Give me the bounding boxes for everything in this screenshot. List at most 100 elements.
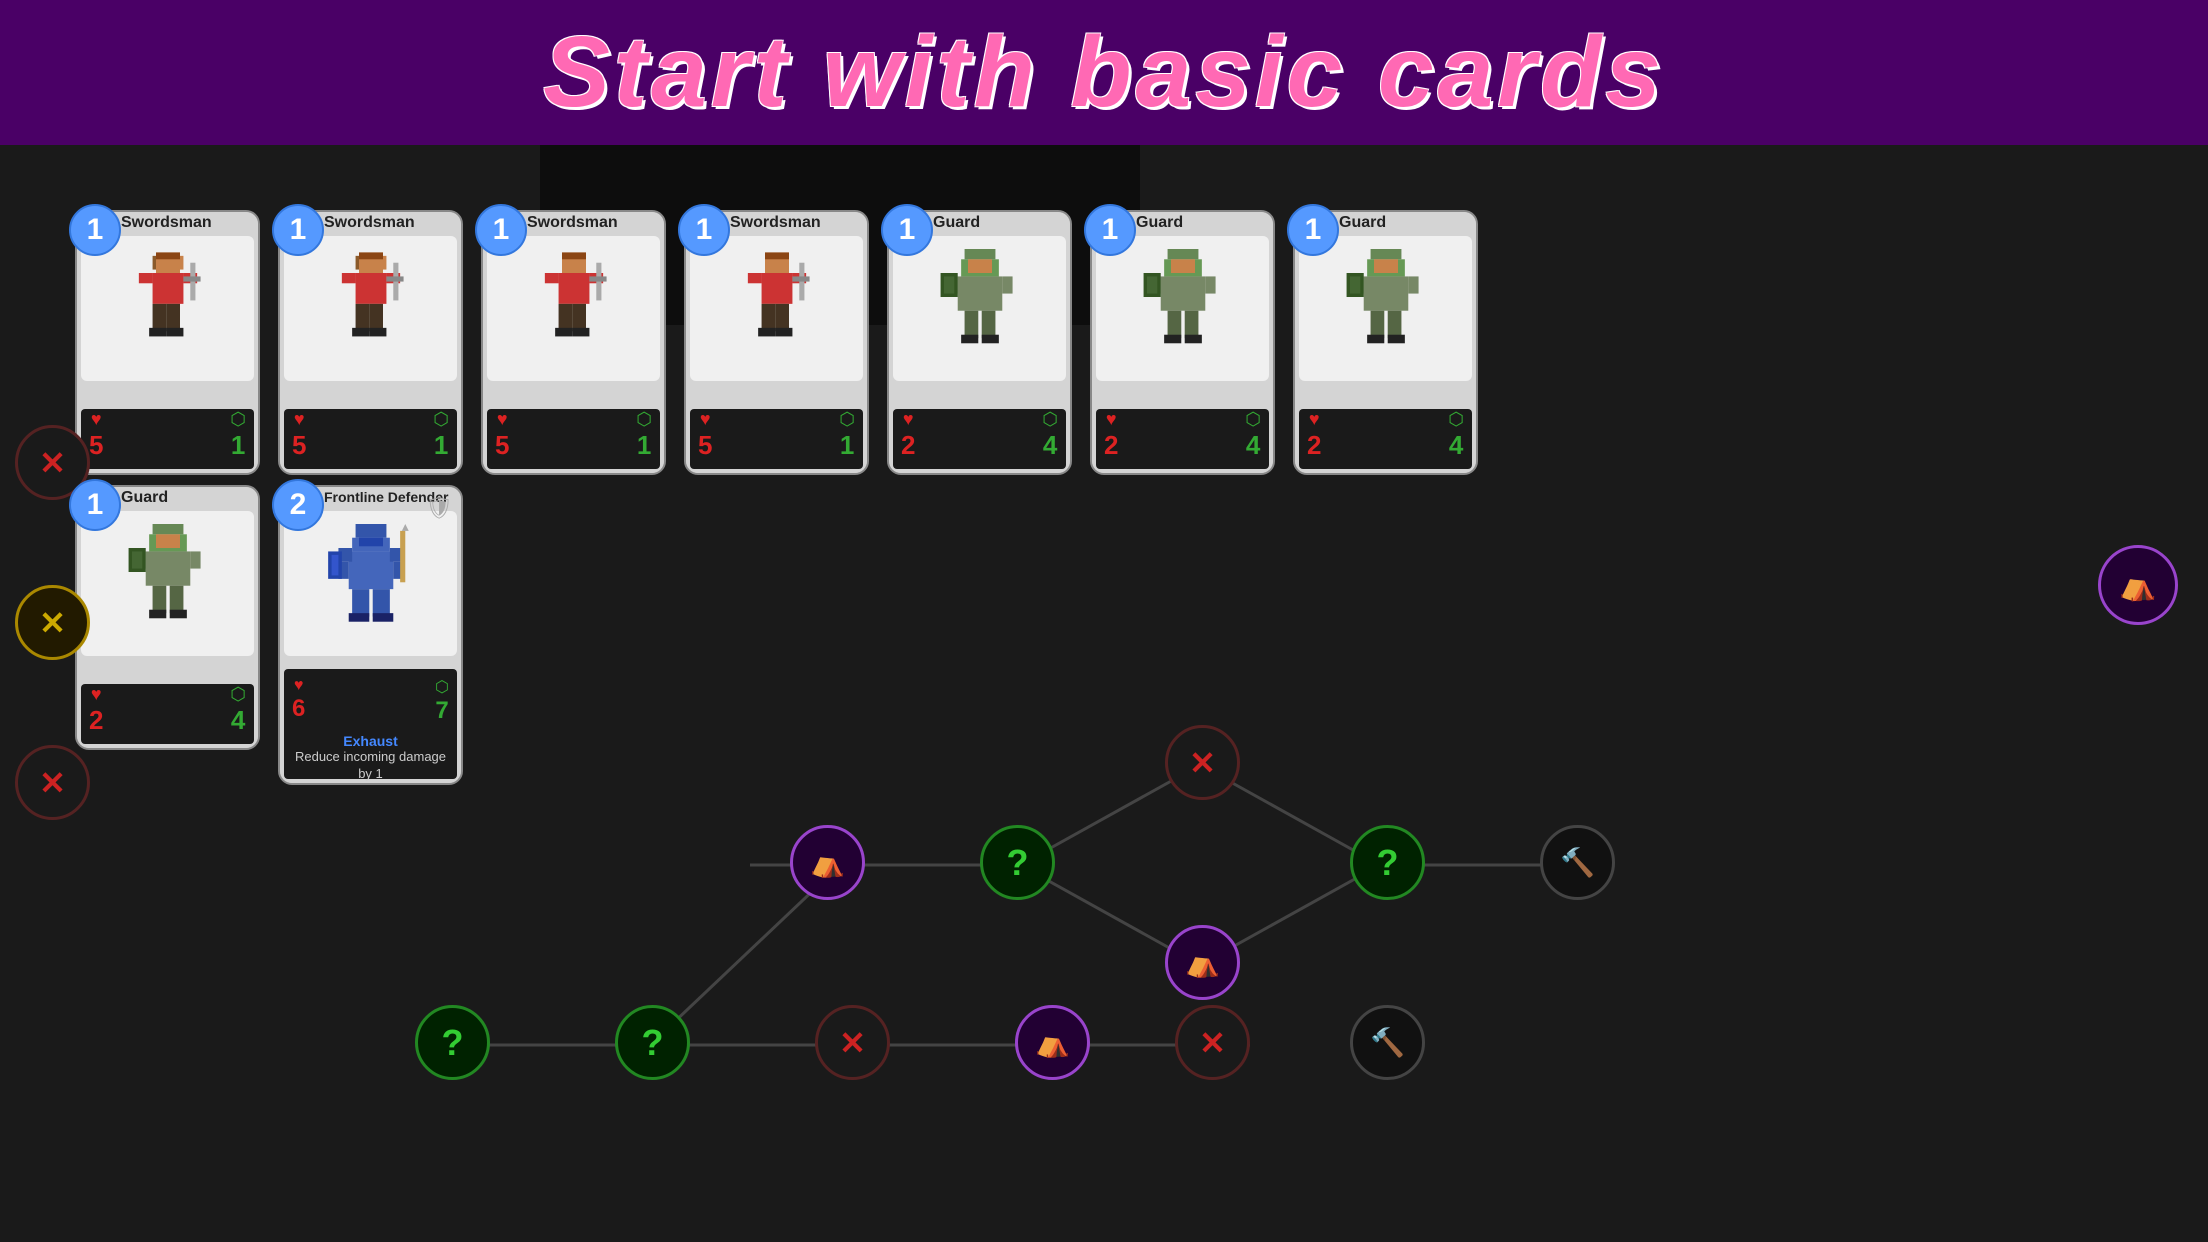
cost-badge: 1 [69,479,121,531]
defense-stat: ⬡ 1 [839,409,855,461]
card-name: Swordsman [527,214,660,232]
bottom-question-2[interactable]: ? [615,1005,690,1080]
attack-stat: ♥ 5 [495,409,509,461]
defense-value: 1 [637,430,651,461]
map-node-question-1[interactable]: ? [980,825,1055,900]
battle-icon-map: ✕ [1189,744,1216,782]
card-desc-area: ♥ 6 ⬡ 7 Exhaust Reduce incoming damage b… [284,669,457,779]
defense-value: 1 [840,430,854,461]
exhaust-section: Exhaust Reduce incoming damage by 1 [292,733,449,783]
frontline-attack-stat: ♥ 6 [292,677,305,725]
card-bottom: ♥ 5 ⬡ 1 [284,409,457,469]
attack-stat: ♥ 2 [901,409,915,461]
attack-value: 2 [89,705,103,736]
question-icon-1: ? [1007,842,1029,884]
defense-stat: ⬡ 1 [230,409,246,461]
battle-icon-1: ✕ [39,444,66,482]
exhaust-label: Exhaust [292,733,449,749]
card-image [690,236,863,381]
bottom-question-1[interactable]: ? [415,1005,490,1080]
attack-value: 5 [495,430,509,461]
map-node-question-2[interactable]: ? [1350,825,1425,900]
cost-badge: 1 [475,204,527,256]
defense-stat: ⬡ 1 [433,409,449,461]
defense-value: 4 [1246,430,1260,461]
attack-value: 2 [1307,430,1321,461]
card-name: Guard [1136,214,1269,232]
cost-badge: 1 [1287,204,1339,256]
card-image [284,511,457,656]
card-swordsman-4[interactable]: 1 Swordsman [684,210,869,475]
card-swordsman-1[interactable]: 1 Swordsman [75,210,260,475]
attack-value: 5 [89,430,103,461]
attack-stat: ♥ 5 [292,409,306,461]
card-image [893,236,1066,381]
cost-badge: 1 [678,204,730,256]
card-name: Swordsman [730,214,863,232]
bottom-battle-1[interactable]: ✕ [815,1005,890,1080]
card-image [487,236,660,381]
card-image [81,511,254,656]
card-image [1299,236,1472,381]
map-node-camp-1[interactable]: ⛺ [790,825,865,900]
right-camp-node[interactable]: ⛺ [2098,545,2178,625]
camp-icon-2: ⛺ [1185,946,1220,979]
bottom-q-icon-1: ? [442,1022,464,1064]
card-bottom: ♥ 2 ⬡ 4 [1096,409,1269,469]
attack-value: 2 [901,430,915,461]
camp-icon-1: ⛺ [810,846,845,879]
card-image [1096,236,1269,381]
card-guard-row2[interactable]: 1 Guard [75,485,260,750]
attack-stat: ♥ 5 [89,409,103,461]
attack-stat: ♥ 5 [698,409,712,461]
card-frontline-defender[interactable]: 2 Frontline Defender 🛡 [278,485,463,785]
bottom-camp[interactable]: ⛺ [1015,1005,1090,1080]
card-swordsman-3[interactable]: 1 Swordsman [481,210,666,475]
attack-stat: ♥ 2 [89,684,103,736]
defense-value: 1 [434,430,448,461]
frontline-defense-value: 7 [435,697,448,725]
card-name: Guard [121,489,254,507]
map-node-battle-1[interactable]: ✕ [1165,725,1240,800]
defense-value: 4 [1449,430,1463,461]
card-name: Guard [933,214,1066,232]
game-area: 1 Swordsman [0,145,2208,1242]
attack-stat: ♥ 2 [1307,409,1321,461]
card-image [81,236,254,381]
cards-row-1: 1 Swordsman [75,210,1478,475]
bottom-shop-icon: 🔨 [1370,1026,1405,1059]
page-title: Start with basic cards [543,15,1665,130]
card-guard-1[interactable]: 1 Guard [887,210,1072,475]
cost-badge: 1 [881,204,933,256]
defense-stat: ⬡ 1 [636,409,652,461]
bottom-battle-icon-1: ✕ [839,1024,866,1062]
bottom-battle-2[interactable]: ✕ [1175,1005,1250,1080]
cost-badge: 1 [1084,204,1136,256]
card-bottom: ♥ 5 ⬡ 1 [81,409,254,469]
defense-value: 4 [231,705,245,736]
right-camp-icon: ⛺ [2119,568,2156,603]
battle-icon-gold: ✕ [39,604,66,642]
card-bottom: ♥ 2 ⬡ 4 [893,409,1066,469]
card-bottom: ♥ 2 ⬡ 4 [81,684,254,744]
shield-icon: 🛡 [425,495,453,521]
defense-stat: ⬡ 4 [1042,409,1058,461]
attack-value: 5 [292,430,306,461]
card-guard-3[interactable]: 1 Guard [1293,210,1478,475]
bottom-camp-icon: ⛺ [1035,1026,1070,1059]
battle-icon-2: ✕ [39,764,66,802]
map-node-camp-2[interactable]: ⛺ [1165,925,1240,1000]
frontline-defense-stat: ⬡ 7 [435,677,449,725]
defense-stat: ⬡ 4 [1448,409,1464,461]
attack-value: 2 [1104,430,1118,461]
card-name: Swordsman [121,214,254,232]
cards-row-2: 1 Guard [75,485,463,785]
bottom-shop[interactable]: 🔨 [1350,1005,1425,1080]
card-swordsman-2[interactable]: 1 Swordsman [278,210,463,475]
defense-value: 1 [231,430,245,461]
card-bottom: ♥ 5 ⬡ 1 [487,409,660,469]
bottom-battle-icon-2: ✕ [1199,1024,1226,1062]
map-node-shop[interactable]: 🔨 [1540,825,1615,900]
card-guard-2[interactable]: 1 Guard [1090,210,1275,475]
card-bottom: ♥ 2 ⬡ 4 [1299,409,1472,469]
